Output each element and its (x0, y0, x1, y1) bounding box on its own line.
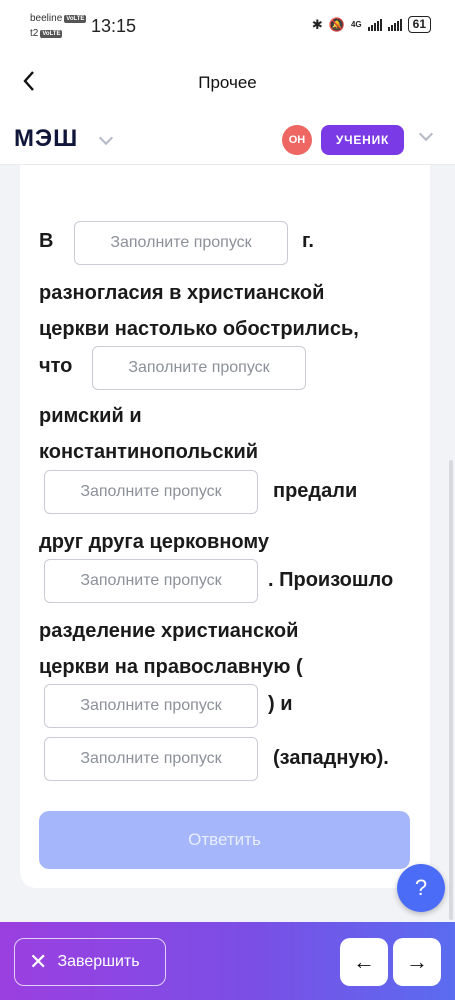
system-icons: ✱ 🔕 4G 61 (312, 16, 431, 33)
signal-icon-2 (387, 18, 402, 31)
app-logo[interactable]: МЭШ (14, 125, 78, 153)
app-bar: МЭШ ОН УЧЕНИК (0, 115, 455, 165)
gap-input-6[interactable]: Заполните пропуск (44, 737, 258, 781)
mute-icon: 🔕 (328, 16, 345, 32)
text-segment: разногласия в христианской (39, 282, 325, 304)
screen-title: Прочее (198, 73, 257, 92)
finish-label: Завершить (57, 953, 140, 970)
bottom-bar: ✕ Завершить ← → (0, 922, 455, 1000)
network-label: 4G (350, 20, 362, 29)
next-button[interactable]: → (393, 938, 441, 986)
gap-input-1[interactable]: Заполните пропуск (74, 221, 288, 265)
top-bar: Прочее (0, 50, 455, 115)
status-bar: beeline VoLTE t2 VoLTE 13:15 ✱ 🔕 4G 61 (0, 0, 455, 50)
battery-icon: 61 (407, 16, 431, 33)
text-segment: римский и (39, 405, 142, 427)
gap-input-5[interactable]: Заполните пропуск (44, 684, 258, 728)
text-segment: . Произошло (268, 569, 394, 591)
profile-chevron-down-icon[interactable] (418, 126, 434, 142)
close-icon: ✕ (29, 949, 48, 974)
text-segment: друг друга церковному (39, 531, 270, 553)
text-segment: г. (302, 230, 314, 252)
signal-icon (367, 18, 382, 31)
text-segment: ) и (268, 693, 293, 715)
help-button[interactable]: ? (397, 864, 445, 912)
text-segment: разделение христианской (39, 620, 299, 642)
carrier-1: beeline VoLTE (30, 13, 87, 24)
carrier-2: t2 VoLTE (30, 28, 63, 39)
gap-input-3[interactable]: Заполните пропуск (44, 470, 258, 514)
bluetooth-icon: ✱ (311, 16, 323, 32)
previous-button[interactable]: ← (340, 938, 388, 986)
text-segment: константинопольский (39, 441, 259, 463)
finish-button[interactable]: ✕ Завершить (14, 938, 166, 986)
text-segment: что (39, 355, 73, 377)
text-segment: В (39, 230, 54, 252)
text-segment: (западную). (273, 747, 389, 769)
role-badge[interactable]: УЧЕНИК (321, 125, 404, 155)
text-segment: церкви на православную ( (39, 656, 303, 678)
gap-input-2[interactable]: Заполните пропуск (92, 346, 306, 390)
arrow-right-icon: → (406, 949, 428, 974)
clock: 13:15 (91, 16, 137, 36)
question-icon: ? (414, 875, 428, 900)
online-badge: ОН (282, 125, 312, 155)
scrollbar[interactable] (449, 460, 453, 920)
text-segment: церкви настолько обострились, (39, 318, 359, 340)
chevron-down-icon[interactable] (98, 130, 114, 146)
text-segment: предали (273, 480, 358, 502)
gap-input-4[interactable]: Заполните пропуск (44, 559, 258, 603)
submit-button[interactable]: Ответить (39, 811, 410, 869)
arrow-left-icon: ← (353, 949, 375, 974)
